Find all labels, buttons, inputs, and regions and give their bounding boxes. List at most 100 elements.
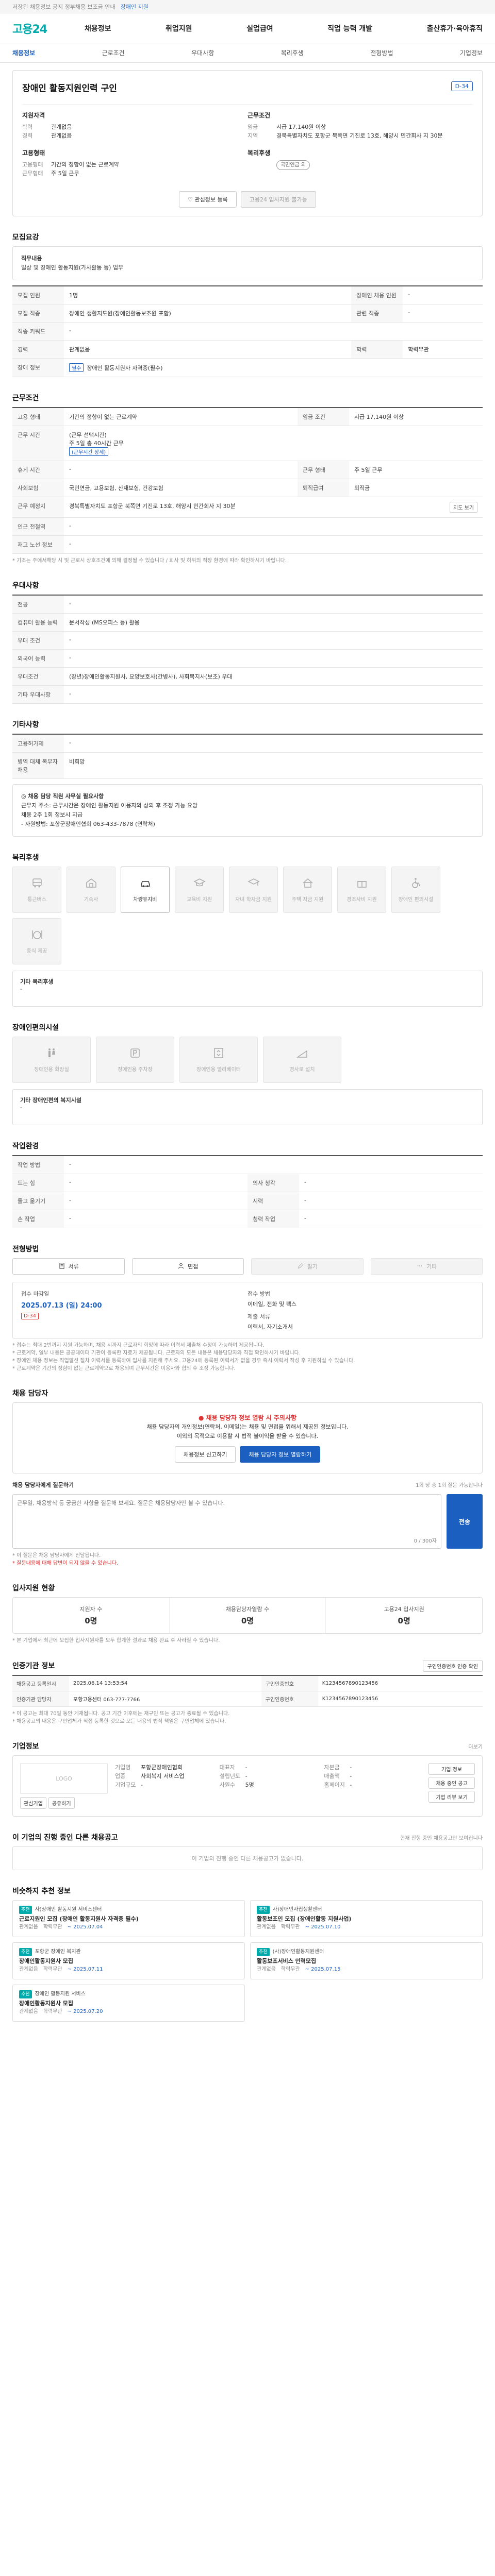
company-more-link[interactable]: 더보기	[468, 1742, 483, 1750]
wheelchair-icon	[410, 877, 422, 891]
recommend-title: 활동보조인 모집 (장애인활동 지원사업)	[257, 1916, 352, 1922]
prefer-row: 우대 조건 -	[12, 631, 483, 650]
other-jobs-hint: 현재 진행 중인 채용공고만 보여집니다	[400, 1836, 483, 1841]
stat-0: 지원자 수 0명	[13, 1598, 170, 1633]
required-tag: 필수	[69, 363, 84, 372]
car-icon	[139, 877, 152, 891]
verify-button[interactable]: 구인인증번호 인증 확인	[422, 1660, 483, 1672]
info-section: 인증기관 정보 구인인증번호 인증 확인 채용공고 등록일시 2025.06.14…	[12, 1660, 483, 1725]
logo-main: 고용	[12, 23, 32, 36]
tab-0[interactable]: 채용정보	[12, 48, 35, 57]
welfare-tile-label: 자녀 학자금 지원	[235, 897, 272, 903]
summary-left-group-1: 고용형태 고용형태 기간의 정함이 없는 근로계약 근무형태 주 5일 근무	[22, 148, 248, 178]
job-title: 장애인 활동지원인력 구인	[22, 83, 117, 94]
gnb-item-3[interactable]: 직업 능력 개발	[327, 23, 372, 33]
method-1: 면접	[131, 1258, 244, 1275]
recommend-deadline: ~ 2025.07.10	[305, 1924, 341, 1930]
recommend-meta: 관계없음 학력무관 ~ 2025.07.04	[19, 1923, 238, 1931]
condition-key: 퇴직급여	[297, 479, 349, 497]
company-row: 업종 사회복지 서비스업	[115, 1772, 212, 1781]
summary-right-row: 임금 시급 17,140원 이상	[248, 123, 473, 131]
tab-3[interactable]: 복리후생	[281, 48, 304, 57]
welfare-badge: 국민연금 외	[276, 160, 310, 170]
top-utility-link[interactable]: 장애인 지원	[121, 3, 148, 11]
gnb-item-4[interactable]: 출산휴가·육아휴직	[427, 23, 483, 33]
company-section: 기업정보 더보기 LOGO 관심기업 공유하기 기업명 포항군장애인협회 업종 사회복…	[12, 1741, 483, 1817]
company-side-button-2[interactable]: 기업 리뷰 보기	[428, 1791, 475, 1803]
etc-value: -	[64, 734, 483, 753]
info-key: 인증기관 담당자	[12, 1691, 69, 1707]
condition-row: 인근 전철역 -	[12, 517, 483, 536]
welfare-etc-title: 기타 복리후생	[20, 978, 54, 985]
tab-1[interactable]: 근로조건	[102, 48, 125, 57]
etc-box-title: ◎ 채용 담당 직원 사무실 필요사항	[21, 793, 104, 800]
qa-submit-button[interactable]: 전송	[447, 1494, 483, 1549]
recommend-card-1[interactable]: 추천 사)장애인자립생활센터 활동보조인 모집 (장애인활동 지원사업) 관계없음 학력…	[250, 1900, 483, 1937]
qa-hint: 1회 당 총 1회 질문 가능합니다	[416, 1483, 483, 1488]
company-row: 설립년도 -	[220, 1772, 317, 1781]
company-side-button-1[interactable]: 채용 중인 공고	[428, 1777, 475, 1789]
gnb-item-1[interactable]: 취업지원	[166, 23, 192, 33]
how-value: 이메일, 전화 및 팩스	[248, 1301, 296, 1308]
docs-value: 이력서, 자기소개서	[248, 1324, 293, 1330]
recommend-card-3[interactable]: 추천 (사)장애인활동지원센터 활동보조서비스 인력모집 관계없음 학력무관 ~ 2025…	[250, 1942, 483, 1979]
docs-label: 제출 서류	[248, 1313, 270, 1320]
company-row: 기업규모 -	[115, 1781, 212, 1789]
qa-textarea[interactable]	[17, 1499, 437, 1535]
info-note: * 채용공고의 내용은 구인업체가 직접 등록한 것으로 모든 내용의 법적 책…	[12, 1719, 226, 1724]
prefer-value: -	[64, 685, 483, 704]
site-logo[interactable]: 고용24	[12, 20, 85, 37]
view-contact-button[interactable]: 채용 담당자 정보 열람하기	[240, 1446, 321, 1463]
stat-label: 채용담당자열람 수	[225, 1606, 270, 1613]
tab-4[interactable]: 전형방법	[370, 48, 393, 57]
summary-value: 기간의 정함이 없는 근로계약	[51, 161, 119, 168]
report-button[interactable]: 채용정보 신고하기	[174, 1446, 236, 1463]
facility-section: 장애인편의시설 장애인용 화장실 장애인용 주차장 장애인용 엘리베이터 경사로 설치…	[12, 1022, 483, 1125]
condition-key: 사회보험	[12, 479, 64, 497]
company-col-1: 대표자 - 설립년도 - 사원수 5명	[220, 1763, 317, 1809]
tab-2[interactable]: 우대사항	[191, 48, 214, 57]
condition-row: 휴게 시간 - 근무 형태 주 5일 근무	[12, 461, 483, 479]
fav-company-button[interactable]: 관심기업	[20, 1797, 46, 1809]
logo-sub: 24	[32, 23, 47, 36]
duty-box: 직무내용 일상 및 장애인 활동지원(가사활동 등) 업무	[12, 246, 483, 280]
share-button[interactable]: 공유하기	[48, 1797, 75, 1809]
summary-value: 주 5일 근무	[51, 170, 79, 177]
facility-tile-label: 장애인용 엘리베이터	[196, 1067, 241, 1073]
summary-right-group-title: 근무조건	[248, 112, 271, 119]
gift-icon	[356, 877, 368, 891]
summary-right-group-title: 복리후생	[248, 149, 271, 157]
company-value: -	[141, 1782, 143, 1788]
work-env-title: 작업환경	[12, 1142, 39, 1150]
summary-right-group-1: 복리후생국민연금 외	[248, 148, 473, 170]
recruit-value: -	[403, 304, 483, 323]
recruit-value: 학력무관	[403, 340, 483, 359]
welfare-tile-1: 기숙사	[67, 867, 116, 913]
work-env-key: 시력	[248, 1192, 299, 1210]
etc-box-line: 채용 2주 1회 정보시 지급	[21, 811, 83, 818]
recommend-meta-1: 관계없음	[19, 1967, 38, 1972]
method-0: 서류	[12, 1258, 125, 1275]
qa-note: * 질문내용에 대해 답변이 되지 않을 수 있습니다.	[12, 1561, 119, 1566]
recommend-card-4[interactable]: 추천 장애인 활동지원 서비스 장애인활동지원사 모집 관계없음 학력무관 ~ 2025.…	[12, 1985, 245, 2022]
like-button-label: 관심정보 등록	[194, 196, 228, 203]
like-button[interactable]: ♡ 관심정보 등록	[179, 191, 237, 208]
apply-button[interactable]: 고용24 입사지원 불가능	[240, 191, 316, 208]
map-button[interactable]: 지도 보기	[450, 502, 477, 513]
gnb-item-2[interactable]: 실업급여	[246, 23, 273, 33]
welfare-tile-0: 통근버스	[12, 867, 61, 913]
recommend-tag: 추천	[19, 1990, 32, 1998]
condition-key: 고용 형태	[12, 408, 64, 426]
recommend-card-0[interactable]: 추천 사)장애인 활동지원 서비스센터 근로지원인 모집 (장애인 활동지원사 자격…	[12, 1900, 245, 1937]
work-env-value: -	[64, 1192, 248, 1210]
recommend-org-row: 추천 장애인 활동지원 서비스	[19, 1990, 238, 1998]
condition-value: 퇴직금	[349, 479, 483, 497]
recruit-value-line: 관계없음	[69, 346, 90, 353]
info-title: 인증기관 정보	[12, 1662, 55, 1670]
elevator-icon	[212, 1047, 225, 1061]
tab-5[interactable]: 기업정보	[460, 48, 483, 57]
company-side-button-0[interactable]: 기업 정보	[428, 1763, 475, 1775]
gnb-item-0[interactable]: 채용정보	[85, 23, 111, 33]
recommend-card-2[interactable]: 추천 포항군 장애인 복지관 장애인활동지원사 모집 관계없음 학력무관 ~ 2025.0…	[12, 1942, 245, 1979]
recommend-deadline: ~ 2025.07.20	[67, 2009, 103, 2014]
